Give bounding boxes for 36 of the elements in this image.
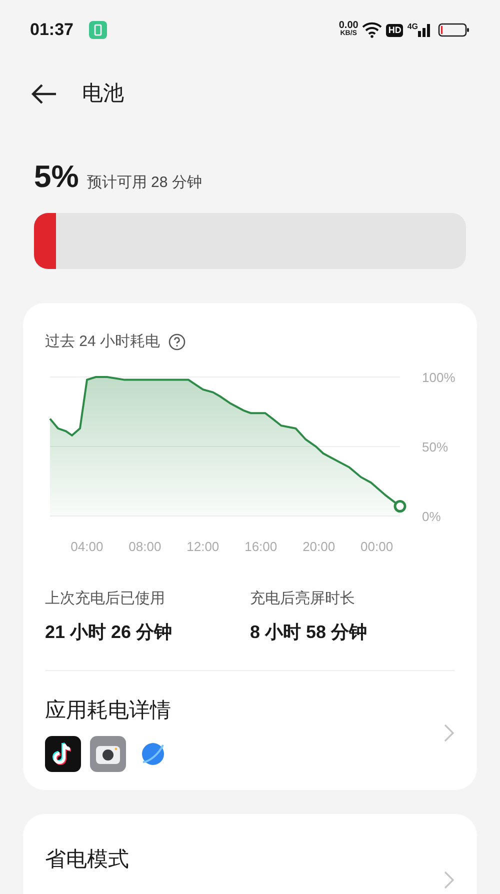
battery-percent: 5% (34, 158, 79, 196)
remaining-time-estimate: 预计可用 28 分钟 (86, 173, 202, 193)
stat-value: 21 小时 26 分钟 (45, 620, 174, 644)
row-title: 应用耗电详情 (45, 698, 172, 724)
axis-label: 20:00 (302, 539, 336, 554)
stat-value: 8 小时 58 分钟 (250, 620, 368, 644)
clock: 01:37 (30, 19, 74, 42)
wifi-icon (362, 22, 382, 38)
music-note-icon (45, 736, 81, 772)
back-arrow-icon (30, 83, 58, 105)
network-speed: 0.00 (338, 22, 358, 30)
row-title: 省电模式 (45, 847, 129, 873)
axis-label: 50% (422, 440, 448, 454)
signal-icon (418, 23, 430, 37)
help-icon[interactable] (168, 332, 186, 351)
battery-icon (438, 22, 470, 38)
axis-label: 0% (422, 509, 441, 524)
charging-notification-icon (89, 21, 108, 39)
camera-icon (90, 736, 126, 772)
axis-label: 04:00 (70, 539, 104, 554)
axis-label: 100% (422, 370, 455, 385)
network-type: 4G (407, 23, 418, 31)
stat-label: 充电后亮屏时长 (250, 589, 356, 609)
current-point-marker (394, 500, 406, 513)
axis-label: 08:00 (128, 539, 162, 554)
app-details-row[interactable]: 应用耗电详情 (45, 670, 455, 772)
chevron-right-icon (443, 723, 455, 744)
hd-badge: HD (386, 24, 404, 36)
stat-label: 上次充电后已使用 (45, 589, 166, 609)
section-title: 过去 24 小时耗电 (45, 332, 160, 352)
page-title: 电池 (82, 81, 124, 108)
power-saving-card[interactable]: 省电模式 (23, 814, 477, 894)
axis-label: 00:00 (360, 539, 394, 554)
axis-label: 12:00 (186, 539, 220, 554)
chevron-right-icon (443, 870, 455, 890)
axis-label: 16:00 (244, 539, 278, 554)
